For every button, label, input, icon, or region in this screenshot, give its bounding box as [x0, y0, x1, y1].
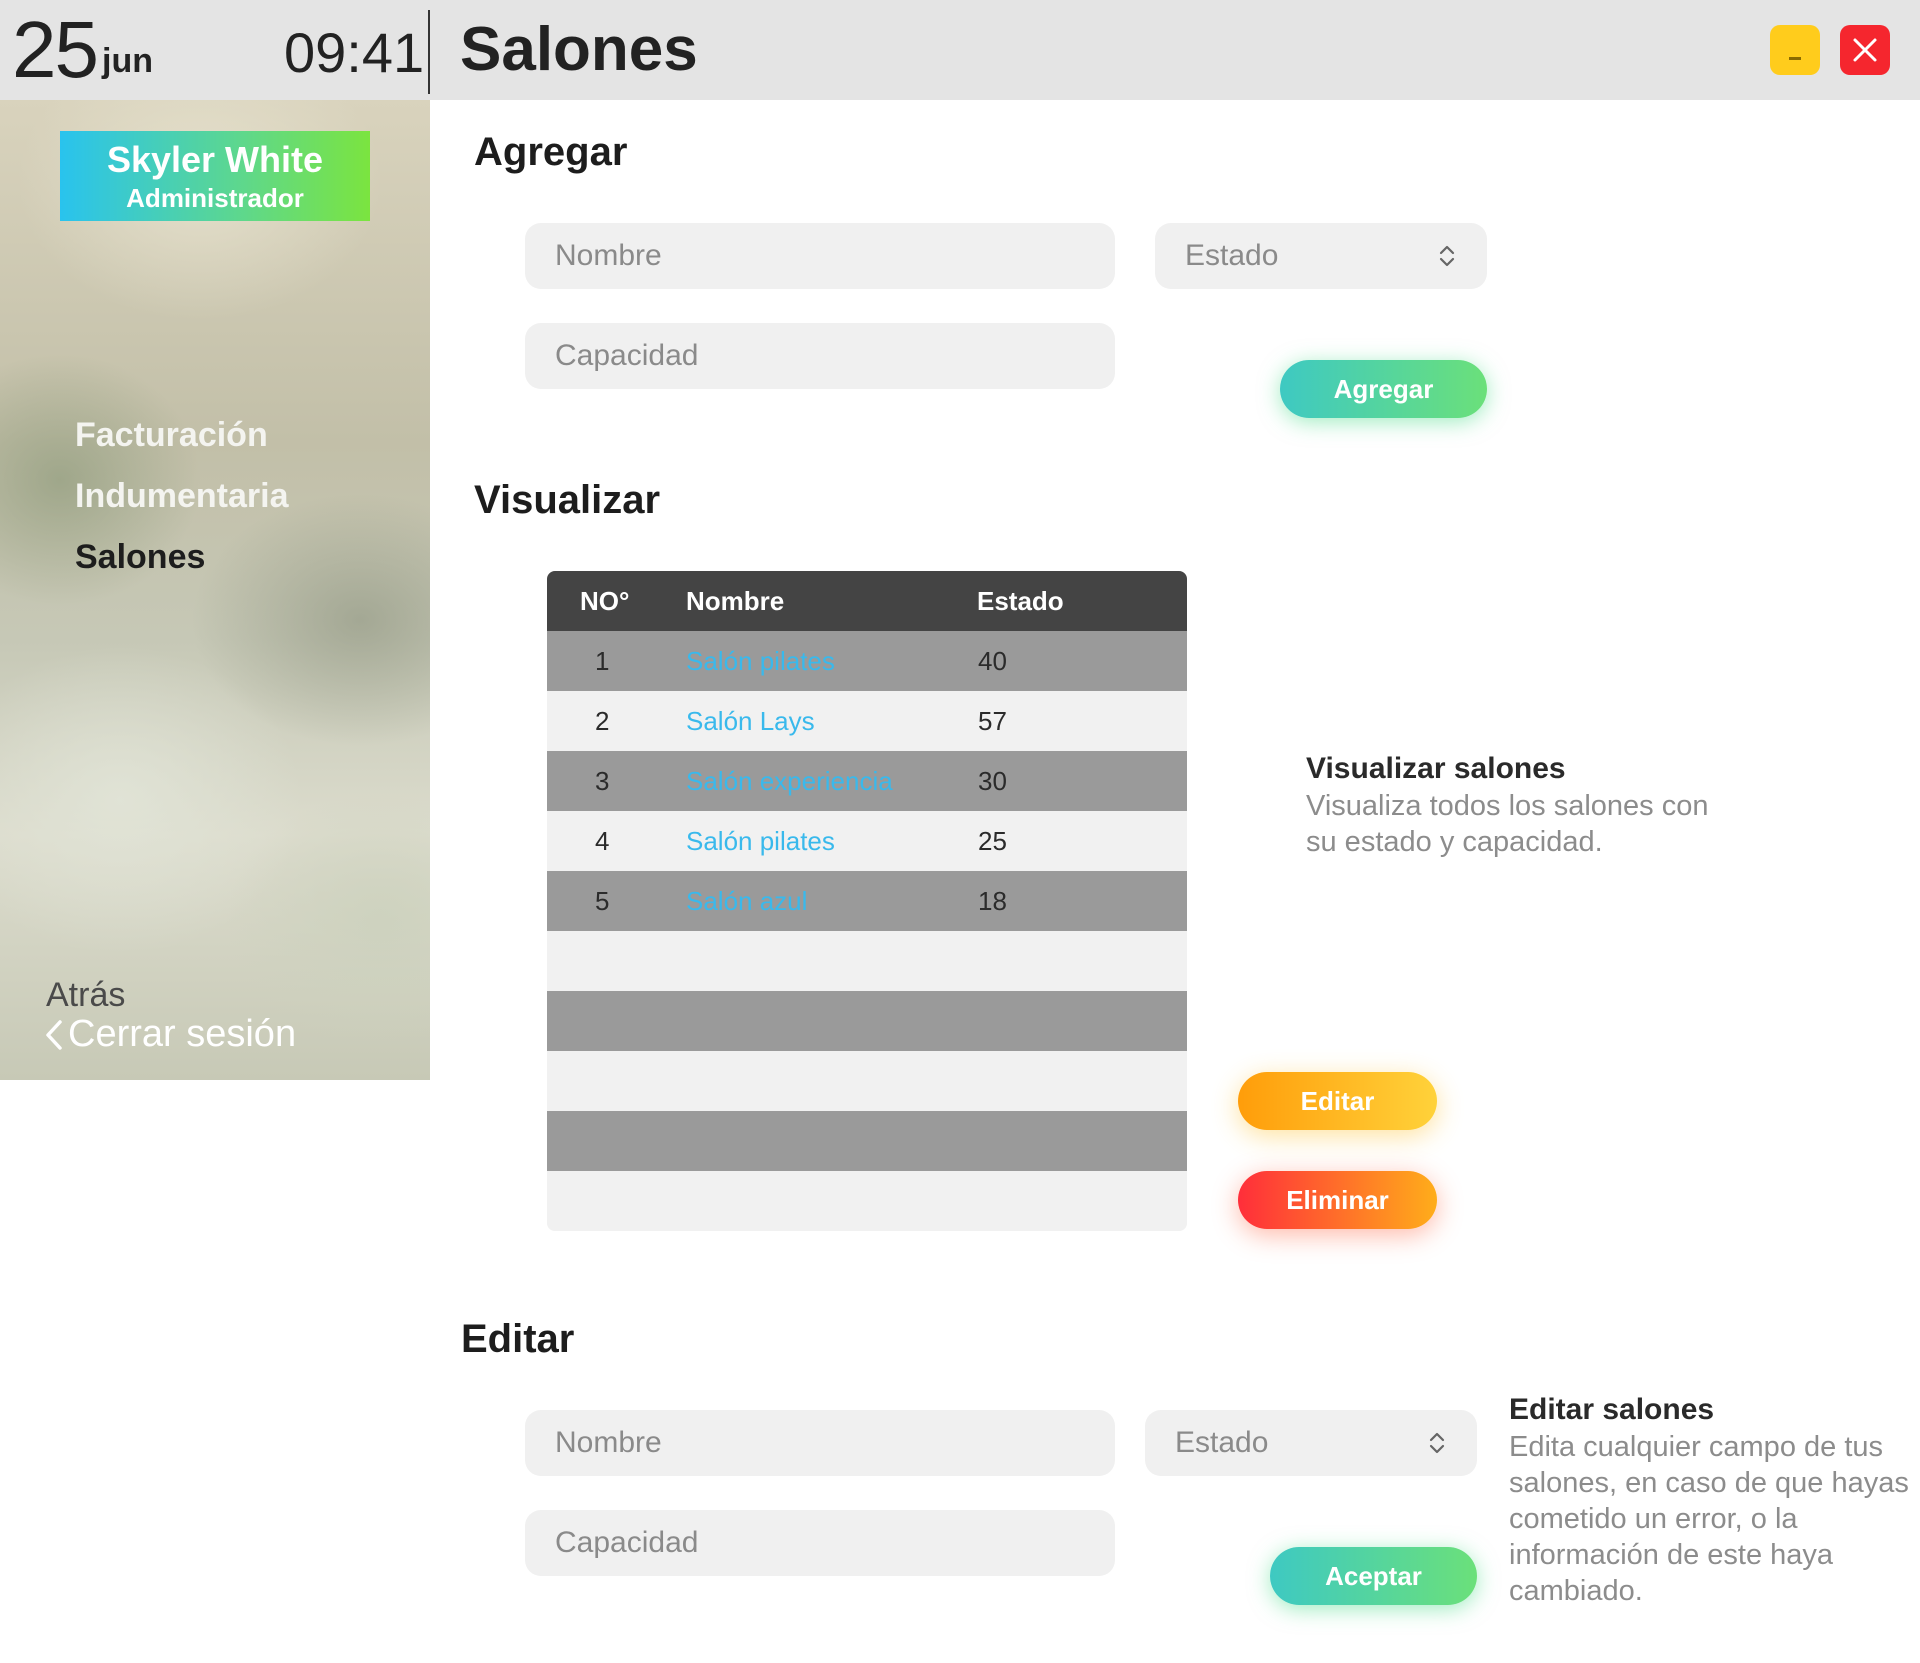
row-value: 18 — [978, 886, 1007, 916]
logout-button[interactable]: Cerrar sesión — [44, 1013, 296, 1056]
date-day: 25 — [12, 5, 99, 94]
table-row-empty — [547, 1111, 1187, 1171]
sidebar-item-indumentaria[interactable]: Indumentaria — [75, 477, 288, 516]
row-number: 5 — [595, 886, 610, 916]
row-name-link[interactable]: Salón pilates — [686, 826, 835, 857]
chevron-left-icon — [46, 1019, 62, 1050]
back-link[interactable]: Atrás — [46, 976, 125, 1015]
table-header: NO° Nombre Estado — [547, 571, 1187, 631]
row-name-link[interactable]: Salón experiencia — [686, 766, 893, 797]
table-row-empty — [547, 931, 1187, 991]
date-month: jun — [102, 42, 153, 80]
edit-info-text-1: Edita cualquier campo de tus — [1509, 1431, 1883, 1463]
delete-button[interactable]: Eliminar — [1238, 1171, 1437, 1229]
table-row-empty — [547, 991, 1187, 1051]
add-state-select[interactable]: Estado — [1155, 223, 1487, 289]
page-title: Salones — [460, 15, 698, 84]
accept-button[interactable]: Aceptar — [1270, 1547, 1477, 1605]
add-state-placeholder: Estado — [1185, 239, 1279, 272]
row-name-link[interactable]: Salón azul — [686, 886, 807, 917]
row-value: 30 — [978, 766, 1007, 796]
select-arrows-icon — [1439, 245, 1455, 267]
salones-table: NO° Nombre Estado 1 Salón pilates 40 2 S… — [547, 571, 1187, 1231]
row-number: 3 — [595, 766, 610, 796]
edit-state-select[interactable]: Estado — [1145, 1410, 1477, 1476]
edit-info-title: Editar salones — [1509, 1393, 1715, 1426]
table-row[interactable]: 5 Salón azul 18 — [547, 871, 1187, 931]
add-capacity-field[interactable] — [525, 323, 1115, 389]
sidebar-item-facturacion[interactable]: Facturación — [75, 416, 268, 455]
sidebar-item-salones[interactable]: Salones — [75, 538, 205, 577]
edit-section-title: Editar — [461, 1317, 575, 1361]
row-number: 2 — [595, 706, 610, 736]
table-row[interactable]: 3 Salón experiencia 30 — [547, 751, 1187, 811]
row-number: 1 — [595, 646, 610, 676]
add-name-input[interactable] — [555, 239, 1085, 273]
table-row[interactable]: 2 Salón Lays 57 — [547, 691, 1187, 751]
edit-capacity-input[interactable] — [555, 1526, 1085, 1560]
user-card[interactable]: Skyler White Administrador — [60, 131, 370, 221]
view-section-title: Visualizar — [474, 478, 661, 522]
view-info-title: Visualizar salones — [1306, 752, 1566, 785]
add-name-field[interactable] — [525, 223, 1115, 289]
sidebar: Skyler White Administrador Facturación I… — [0, 100, 430, 1080]
edit-state-placeholder: Estado — [1175, 1426, 1269, 1459]
row-value: 40 — [978, 646, 1007, 676]
header-estado: Estado — [977, 586, 1064, 616]
view-info-text-2: su estado y capacidad. — [1306, 826, 1603, 858]
row-name-link[interactable]: Salón Lays — [686, 706, 815, 737]
row-number: 4 — [595, 826, 610, 856]
row-name-link[interactable]: Salón pilates — [686, 646, 835, 677]
row-value: 25 — [978, 826, 1007, 856]
header-nombre: Nombre — [686, 586, 785, 616]
table-row[interactable]: 4 Salón pilates 25 — [547, 811, 1187, 871]
edit-name-field[interactable] — [525, 1410, 1115, 1476]
divider — [428, 10, 430, 94]
edit-info-text-3: cometido un error, o la — [1509, 1503, 1798, 1535]
add-capacity-input[interactable] — [555, 339, 1085, 373]
logout-label: Cerrar sesión — [68, 1013, 297, 1055]
row-value: 57 — [978, 706, 1007, 736]
view-info-text-1: Visualiza todos los salones con — [1306, 790, 1709, 822]
user-role: Administrador — [126, 183, 304, 213]
table-row-empty — [547, 1051, 1187, 1111]
edit-capacity-field[interactable] — [525, 1510, 1115, 1576]
add-button[interactable]: Agregar — [1280, 360, 1487, 418]
header-no: NO° — [580, 586, 630, 616]
table-row-empty — [547, 1171, 1187, 1231]
edit-info-text-5: cambiado. — [1509, 1575, 1643, 1607]
user-name: Skyler White — [106, 139, 324, 180]
edit-info-text-4: información de este haya — [1509, 1539, 1834, 1571]
close-icon — [1853, 38, 1877, 62]
select-arrows-icon — [1429, 1432, 1445, 1454]
edit-info-text-2: salones, en caso de que hayas — [1509, 1467, 1909, 1499]
table-row[interactable]: 1 Salón pilates 40 — [547, 631, 1187, 691]
close-button[interactable] — [1840, 25, 1890, 75]
top-bar: 25 jun 09:41 Salones — [0, 0, 1920, 100]
edit-name-input[interactable] — [555, 1426, 1085, 1460]
add-section-title: Agregar — [474, 130, 628, 174]
edit-button[interactable]: Editar — [1238, 1072, 1437, 1130]
minimize-button[interactable] — [1770, 25, 1820, 75]
clock: 09:41 — [284, 21, 425, 84]
